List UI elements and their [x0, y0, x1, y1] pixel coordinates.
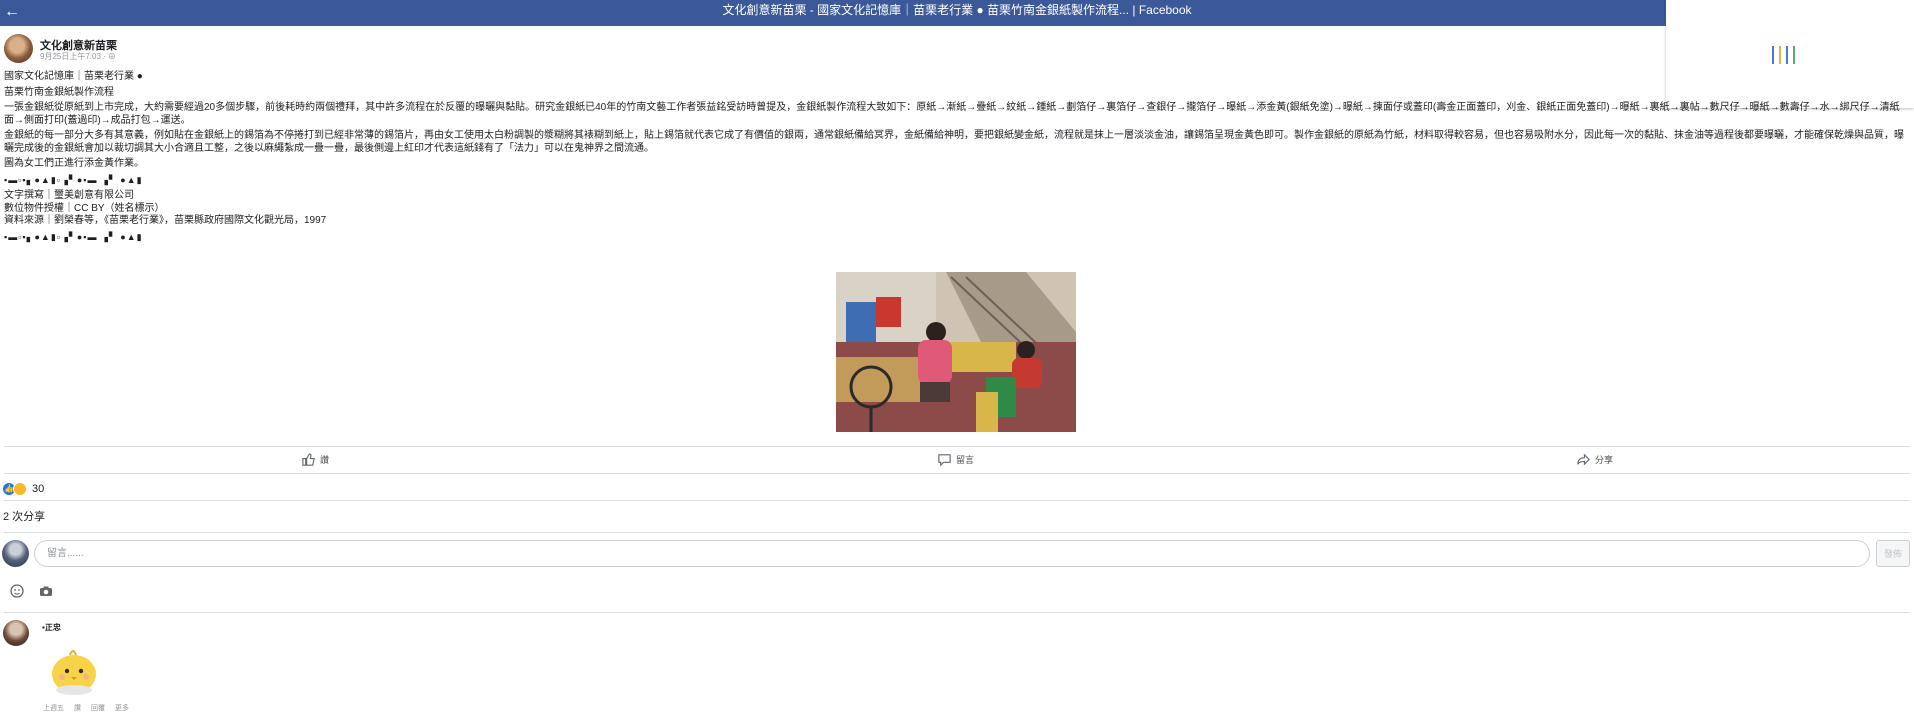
speech-bubble-icon: [938, 454, 951, 467]
post-text: 國家文化記憶庫｜苗栗老行業 ● 苗栗竹南金銀紙製作流程 一張金銀紙從原紙到上市完…: [4, 71, 1904, 244]
post-photo[interactable]: [836, 272, 1076, 432]
comment-button[interactable]: 留言: [937, 452, 974, 467]
commenter-avatar[interactable]: [3, 620, 29, 646]
emoji-icon[interactable]: [9, 583, 25, 599]
globe-icon: ⊕: [108, 52, 117, 61]
share-count[interactable]: 2 次分享: [3, 508, 45, 524]
chick-sticker-icon: [52, 650, 96, 695]
reaction-count: 30: [32, 483, 45, 495]
divider: [4, 473, 1910, 474]
current-user-avatar[interactable]: [2, 540, 29, 567]
share-label: 分享: [1595, 455, 1614, 465]
post-line-3: 一張金銀紙從原紙到上市完成，大約需要經過20多個步驟，前後耗時約兩個禮拜，其中許…: [4, 102, 1900, 126]
haha-reaction-icon: [13, 482, 27, 496]
like-label: 讚: [320, 455, 330, 465]
page-title: 文化創意新苗栗 - 國家文化記憶庫｜苗栗老行業 ● 苗栗竹南金銀紙製作流程...…: [722, 3, 1192, 17]
post-comment-button[interactable]: 發佈: [1876, 540, 1910, 567]
divider: [4, 612, 1910, 613]
camera-icon[interactable]: [38, 583, 54, 599]
post-date-text: 9月25日上午7:03 ·: [40, 52, 109, 61]
post-garbled-line-2: ▪▬▫▪▖●▲▮▫▗▘●▪▬ ▗▘ ●▲▮: [4, 231, 143, 242]
photo-women-workers-icon: [836, 272, 1076, 432]
share-button[interactable]: 分享: [1576, 452, 1613, 467]
post-line-2: 苗栗竹南金銀紙製作流程: [4, 86, 114, 98]
comment-input[interactable]: [34, 540, 1870, 567]
reaction-summary[interactable]: 👍 30: [3, 482, 44, 496]
post-line-5: 圖為女工們正進行添金黃作業。: [4, 158, 144, 169]
divider: [4, 500, 1910, 501]
share-arrow-icon: [1577, 453, 1590, 466]
divider: [4, 446, 1910, 447]
like-button[interactable]: 讚: [301, 452, 329, 467]
post-credit-source: 資料來源｜劉榮春等，《苗栗老行業》，苗栗縣政府國際文化觀光局，1997: [4, 215, 327, 226]
app-header: ← 文化創意新苗栗 - 國家文化記憶庫｜苗栗老行業 ● 苗栗竹南金銀紙製作流程.…: [0, 0, 1914, 26]
thumbs-up-icon: [302, 453, 315, 466]
page-avatar[interactable]: [4, 34, 33, 63]
post-line-4: 金銀紙的每一部分大多有其意義，例如貼在金銀紙上的錫箔為不停捲打到已經非常薄的錫箔…: [4, 130, 1904, 154]
post-timestamp[interactable]: 9月25日上午7:03 · ⊕: [40, 51, 116, 62]
commenter-name[interactable]: ▪正忠: [42, 622, 61, 633]
comment-label: 留言: [956, 455, 975, 465]
post-credit-writer: 文字撰寫｜璽美創意有限公司: [4, 190, 134, 201]
post-line-1: 國家文化記憶庫｜苗栗老行業 ●: [4, 71, 143, 82]
loading-spinner-icon: [1772, 46, 1800, 67]
post-garbled-line-1: ▪▬▫▪▖●▲▮▫▗▘●▪▬ ▗▘ ●▲▮: [4, 174, 143, 185]
divider: [4, 532, 1910, 533]
post-credit-license: 數位物件授權｜CC BY（姓名標示）: [4, 202, 165, 214]
